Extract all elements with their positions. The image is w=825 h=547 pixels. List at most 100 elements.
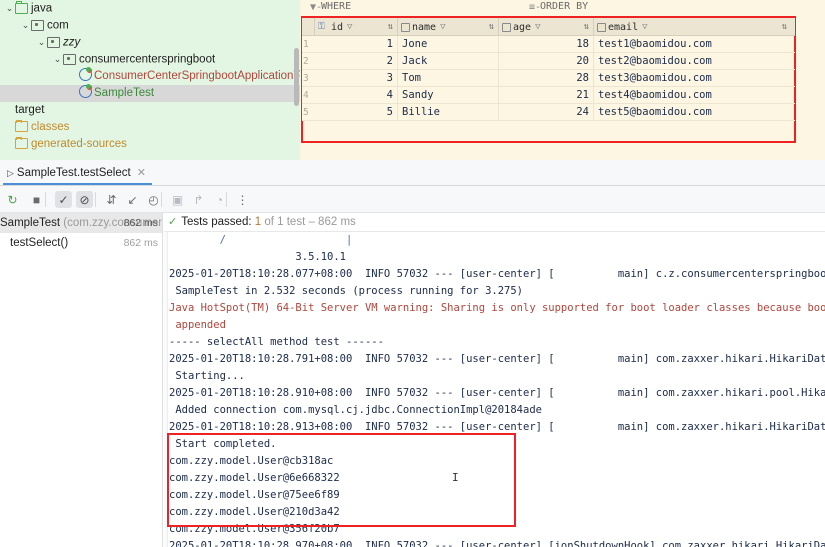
cell-age[interactable]: 20	[499, 53, 594, 69]
tree-item-label: SampleTest	[94, 87, 155, 99]
cell-name[interactable]: Billie	[398, 104, 499, 120]
cell-id[interactable]: 4	[315, 87, 398, 103]
tree-item-target[interactable]: target	[0, 102, 300, 119]
order-by-filter[interactable]: ≡-ORDER BY	[529, 1, 588, 13]
chevron-down-icon[interactable]: ⌄	[52, 51, 63, 68]
funnel-icon[interactable]: ▽	[642, 22, 647, 32]
test-result-row[interactable]: SampleTest (com.zzy.consumen 862 ms	[0, 213, 162, 233]
play-icon: ▷	[7, 168, 14, 178]
cell-id[interactable]: 5	[315, 104, 398, 120]
export-icon[interactable]: ↱	[190, 191, 207, 208]
grid-col-id-label: id	[331, 21, 344, 33]
table-row[interactable]: 1 1 Jone 18 test1@baomidou.com	[302, 36, 795, 53]
grid-col-id[interactable]: ⚿ id ▽ ⇅	[315, 18, 398, 36]
console-line: 2025-01-20T18:10:28.910+08:00 INFO 57032…	[169, 387, 825, 399]
close-icon[interactable]: ✕	[137, 167, 146, 179]
test-console-panel[interactable]: ✓ Tests passed: 1 of 1 test – 862 ms / | …	[164, 213, 825, 547]
sort-toggle-icon[interactable]: ⇅	[782, 22, 787, 32]
row-number: 4	[302, 87, 315, 103]
more-options-icon[interactable]: ⋮	[234, 191, 251, 208]
console-line: 2025-01-20T18:10:28.077+08:00 INFO 57032…	[169, 268, 825, 280]
cell-email[interactable]: test4@baomidou.com	[594, 87, 791, 103]
test-class-icon	[79, 67, 92, 81]
sort-toggle-icon[interactable]: ⇅	[489, 22, 494, 32]
cell-name[interactable]: Sandy	[398, 87, 499, 103]
tree-item-label: java	[31, 2, 53, 15]
show-ignored-icon[interactable]: ⊘	[76, 191, 93, 208]
test-result-row[interactable]: testSelect() 862 ms	[0, 233, 162, 253]
row-number: 3	[302, 70, 315, 86]
sort-toggle-icon[interactable]: ⇅	[388, 22, 393, 32]
run-tab-sampletest-testselect[interactable]: ▷ SampleTest.testSelect ✕	[3, 162, 152, 185]
cell-id[interactable]: 1	[315, 36, 398, 52]
table-row[interactable]: 4 4 Sandy 21 test4@baomidou.com	[302, 87, 795, 104]
cell-name[interactable]: Tom	[398, 70, 499, 86]
tree-item-sampletest[interactable]: SampleTest	[0, 84, 300, 102]
database-result-grid[interactable]: ▼-WHERE ≡-ORDER BY ⚿ id ▽ ⇅ name ▽ ⇅ age…	[300, 0, 825, 160]
tree-item-label: consumercenterspringboot	[79, 53, 216, 66]
cell-name[interactable]: Jone	[398, 36, 499, 52]
tree-item-label: zzy	[63, 36, 81, 49]
test-result-name: SampleTest	[0, 217, 61, 229]
package-icon	[63, 53, 76, 65]
row-number: 1	[302, 36, 315, 52]
run-tool-window-tabs: ▷ SampleTest.testSelect ✕	[0, 160, 825, 186]
history-icon[interactable]: ◴	[145, 191, 162, 208]
show-passed-icon[interactable]: ✓	[55, 191, 72, 208]
funnel-icon[interactable]: ▽	[347, 22, 352, 32]
console-line: com.zzy.model.User@210d3a42	[169, 506, 340, 518]
cell-age[interactable]: 18	[499, 36, 594, 52]
where-filter[interactable]: ▼-WHERE	[310, 1, 351, 13]
project-tree-panel[interactable]: ⌄ java ⌄ com ⌄ zzy ⌄ consumercenterspringboot Co…	[0, 0, 300, 160]
grid-col-name[interactable]: name ▽ ⇅	[398, 18, 499, 36]
tests-passed-detail: of 1 test – 862 ms	[264, 216, 356, 228]
sort-by-duration-icon[interactable]: ⇵	[103, 191, 120, 208]
order-by-label: ORDER BY	[540, 1, 589, 12]
test-results-tree[interactable]: SampleTest (com.zzy.consumen 862 ms testSe…	[0, 213, 163, 547]
rerun-icon[interactable]: ↻	[4, 191, 21, 208]
column-icon	[502, 22, 511, 32]
tree-scrollbar[interactable]	[294, 48, 299, 106]
tree-item-label: ConsumerCenterSpringbootApplicationTests	[94, 70, 300, 82]
collapse-all-icon[interactable]: ↙	[124, 191, 141, 208]
stop-icon[interactable]: ■	[28, 191, 45, 208]
grid-corner-cell	[302, 18, 315, 36]
funnel-icon[interactable]: ▽	[440, 22, 445, 32]
sort-toggle-icon[interactable]: ⇅	[584, 22, 589, 32]
tree-item-classes[interactable]: classes	[0, 119, 300, 136]
cell-id[interactable]: 3	[315, 70, 398, 86]
row-number: 2	[302, 53, 315, 69]
cell-email[interactable]: test1@baomidou.com	[594, 36, 791, 52]
table-row[interactable]: 5 5 Billie 24 test5@baomidou.com	[302, 104, 795, 121]
tree-item-zzy[interactable]: ⌄ zzy	[0, 34, 300, 51]
cell-id[interactable]: 2	[315, 53, 398, 69]
tree-item-label: classes	[31, 121, 70, 133]
tree-item-com[interactable]: ⌄ com	[0, 17, 300, 34]
chevron-down-icon[interactable]: ⌄	[4, 0, 15, 17]
chevron-down-icon[interactable]: ⌄	[36, 34, 47, 51]
cell-age[interactable]: 28	[499, 70, 594, 86]
tree-item-consumercenterspringboot[interactable]: ⌄ consumercenterspringboot	[0, 51, 300, 68]
row-number: 5	[302, 104, 315, 120]
cell-name[interactable]: Jack	[398, 53, 499, 69]
tree-item-generated-sources[interactable]: generated-sources	[0, 136, 300, 153]
tree-item-java[interactable]: ⌄ java	[0, 0, 300, 17]
chevron-down-icon[interactable]: ⌄	[20, 17, 31, 34]
cell-email[interactable]: test3@baomidou.com	[594, 70, 791, 86]
cell-age[interactable]: 24	[499, 104, 594, 120]
console-output[interactable]: / | 3.5.10.1 2025-01-20T18:10:28.077+08:0…	[169, 232, 825, 547]
grid-col-age[interactable]: age ▽ ⇅	[499, 18, 594, 36]
toolbar-separator	[45, 192, 46, 207]
grid-col-email[interactable]: email ▽ ⇅	[594, 18, 791, 36]
cell-age[interactable]: 21	[499, 87, 594, 103]
table-row[interactable]: 2 2 Jack 20 test2@baomidou.com	[302, 53, 795, 70]
tree-item-consumercenterspringbootapplicationtests[interactable]: ConsumerCenterSpringbootApplicationTests	[0, 67, 300, 85]
sort-icon: ≡-	[529, 2, 542, 13]
screenshot-icon[interactable]: ▣	[169, 191, 186, 208]
console-line: com.zzy.model.User@356f20b7	[169, 523, 340, 535]
cell-email[interactable]: test2@baomidou.com	[594, 53, 791, 69]
cell-email[interactable]: test5@baomidou.com	[594, 104, 791, 120]
table-row[interactable]: 3 3 Tom 28 test3@baomidou.com	[302, 70, 795, 87]
grid-col-email-label: email	[608, 21, 639, 33]
funnel-icon[interactable]: ▽	[535, 22, 540, 32]
